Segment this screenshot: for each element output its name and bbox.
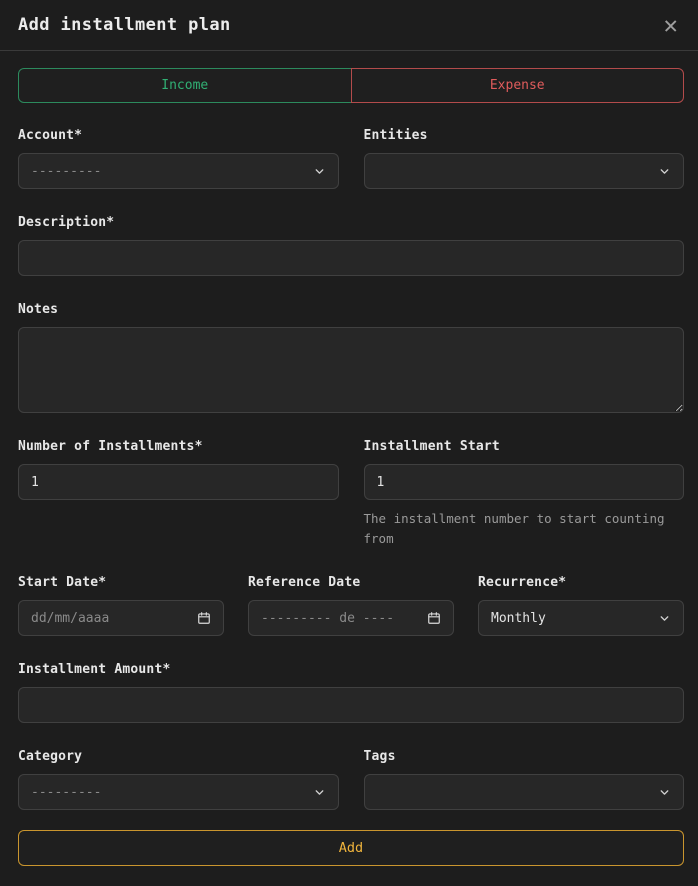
start-date-input-wrap (18, 600, 224, 636)
num-installments-label: Number of Installments* (18, 439, 339, 454)
num-installments-field-group: Number of Installments* (18, 439, 339, 500)
account-entities-row: Account* --------- Entities (18, 128, 684, 189)
installments-row: Number of Installments* Installment Star… (18, 439, 684, 549)
notes-textarea[interactable] (18, 327, 684, 413)
category-tags-row: Category --------- Tags (18, 749, 684, 810)
reference-date-label: Reference Date (248, 575, 454, 590)
start-date-input[interactable] (31, 611, 189, 626)
category-label: Category (18, 749, 339, 764)
calendar-icon[interactable] (189, 611, 211, 625)
recurrence-select-value: Monthly (491, 611, 546, 626)
account-select[interactable]: --------- (18, 153, 339, 189)
tags-label: Tags (364, 749, 685, 764)
description-input-wrap (18, 240, 684, 276)
reference-date-input-wrap (248, 600, 454, 636)
installment-amount-field-group: Installment Amount* (18, 662, 684, 723)
chevron-down-icon (305, 165, 326, 178)
recurrence-select[interactable]: Monthly (478, 600, 684, 636)
description-label: Description* (18, 215, 684, 230)
description-input[interactable] (31, 251, 671, 266)
type-toggle: Income Expense (18, 68, 684, 103)
start-date-field-group: Start Date* (18, 575, 224, 636)
installment-start-label: Installment Start (364, 439, 685, 454)
start-date-label: Start Date* (18, 575, 224, 590)
account-select-value: --------- (31, 164, 101, 179)
add-button[interactable]: Add (18, 830, 684, 866)
installment-amount-input-wrap (18, 687, 684, 723)
description-field-group: Description* (18, 215, 684, 276)
modal-header: Add installment plan ✕ (0, 0, 698, 51)
installment-amount-label: Installment Amount* (18, 662, 684, 677)
entities-field-group: Entities (364, 128, 685, 189)
chevron-down-icon (650, 612, 671, 625)
chevron-down-icon (650, 165, 671, 178)
installment-start-help: The installment number to start counting… (364, 509, 685, 549)
calendar-icon[interactable] (419, 611, 441, 625)
recurrence-label: Recurrence* (478, 575, 684, 590)
category-select-value: --------- (31, 785, 101, 800)
chevron-down-icon (650, 786, 671, 799)
installment-amount-input[interactable] (31, 698, 671, 713)
tags-select[interactable] (364, 774, 685, 810)
num-installments-input-wrap (18, 464, 339, 500)
modal-body: Income Expense Account* --------- Entiti… (0, 51, 698, 886)
chevron-down-icon (305, 786, 326, 799)
category-select[interactable]: --------- (18, 774, 339, 810)
account-field-group: Account* --------- (18, 128, 339, 189)
reference-date-field-group: Reference Date (248, 575, 454, 636)
dates-row: Start Date* Reference Date R (18, 575, 684, 636)
account-label: Account* (18, 128, 339, 143)
installment-start-input[interactable] (377, 475, 672, 490)
entities-label: Entities (364, 128, 685, 143)
num-installments-input[interactable] (31, 475, 326, 490)
modal-title: Add installment plan (18, 15, 231, 35)
expense-toggle-button[interactable]: Expense (351, 68, 685, 103)
income-toggle-button[interactable]: Income (18, 68, 352, 103)
category-field-group: Category --------- (18, 749, 339, 810)
close-icon[interactable]: ✕ (664, 13, 678, 37)
notes-label: Notes (18, 302, 684, 317)
reference-date-input[interactable] (261, 611, 419, 626)
installment-start-field-group: Installment Start The installment number… (364, 439, 685, 549)
add-installment-plan-modal: Add installment plan ✕ Income Expense Ac… (0, 0, 698, 886)
tags-field-group: Tags (364, 749, 685, 810)
recurrence-field-group: Recurrence* Monthly (478, 575, 684, 636)
notes-field-group: Notes (18, 302, 684, 413)
installment-start-input-wrap (364, 464, 685, 500)
entities-select[interactable] (364, 153, 685, 189)
